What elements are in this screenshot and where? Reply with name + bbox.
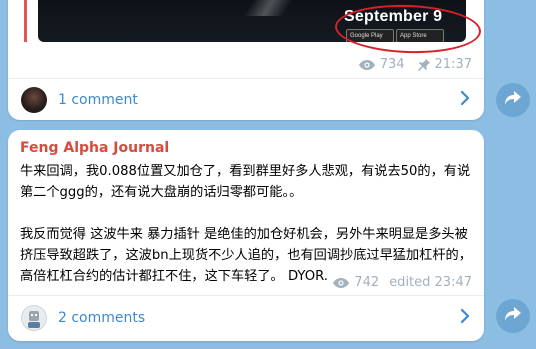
share-button[interactable] <box>496 299 530 333</box>
message-time: edited 23:47 <box>389 275 472 290</box>
share-button[interactable] <box>496 83 530 117</box>
avatar <box>21 305 47 331</box>
views-count: 742 <box>354 275 380 290</box>
pin-icon <box>417 58 431 72</box>
message-bubble-1: September 9 Google Play App Store 734 21… <box>8 0 484 120</box>
channel-author-name[interactable]: Feng Alpha Journal <box>20 140 169 156</box>
eye-icon <box>358 59 376 71</box>
eye-icon <box>332 277 350 289</box>
message-meta-2: 742 edited 23:47 <box>332 275 472 290</box>
share-arrow-icon <box>504 306 522 326</box>
comments-link-row[interactable]: 2 comments <box>8 298 484 338</box>
divider <box>8 295 484 296</box>
media-streak <box>243 0 293 16</box>
comments-link-row[interactable]: 1 comment <box>8 80 484 120</box>
chevron-right-icon <box>460 308 470 329</box>
avatar <box>21 87 47 113</box>
message-text: 牛来回调，我0.088位置又加仓了，看到群里好多人悲观，有说去50的，有说第二个… <box>20 164 472 284</box>
message-bubble-2: Feng Alpha Journal 牛来回调，我0.088位置又加仓了，看到群… <box>8 130 484 341</box>
views-count: 734 <box>379 57 405 72</box>
share-arrow-icon <box>504 90 522 110</box>
comments-count-label: 2 comments <box>58 310 146 326</box>
message-time: 21:37 <box>434 57 472 72</box>
message-meta-1: 734 21:37 <box>358 57 472 72</box>
media-reply-block: September 9 Google Play App Store <box>24 0 482 56</box>
divider <box>8 78 484 79</box>
chevron-right-icon <box>460 90 470 111</box>
comments-count-label: 1 comment <box>58 92 138 108</box>
